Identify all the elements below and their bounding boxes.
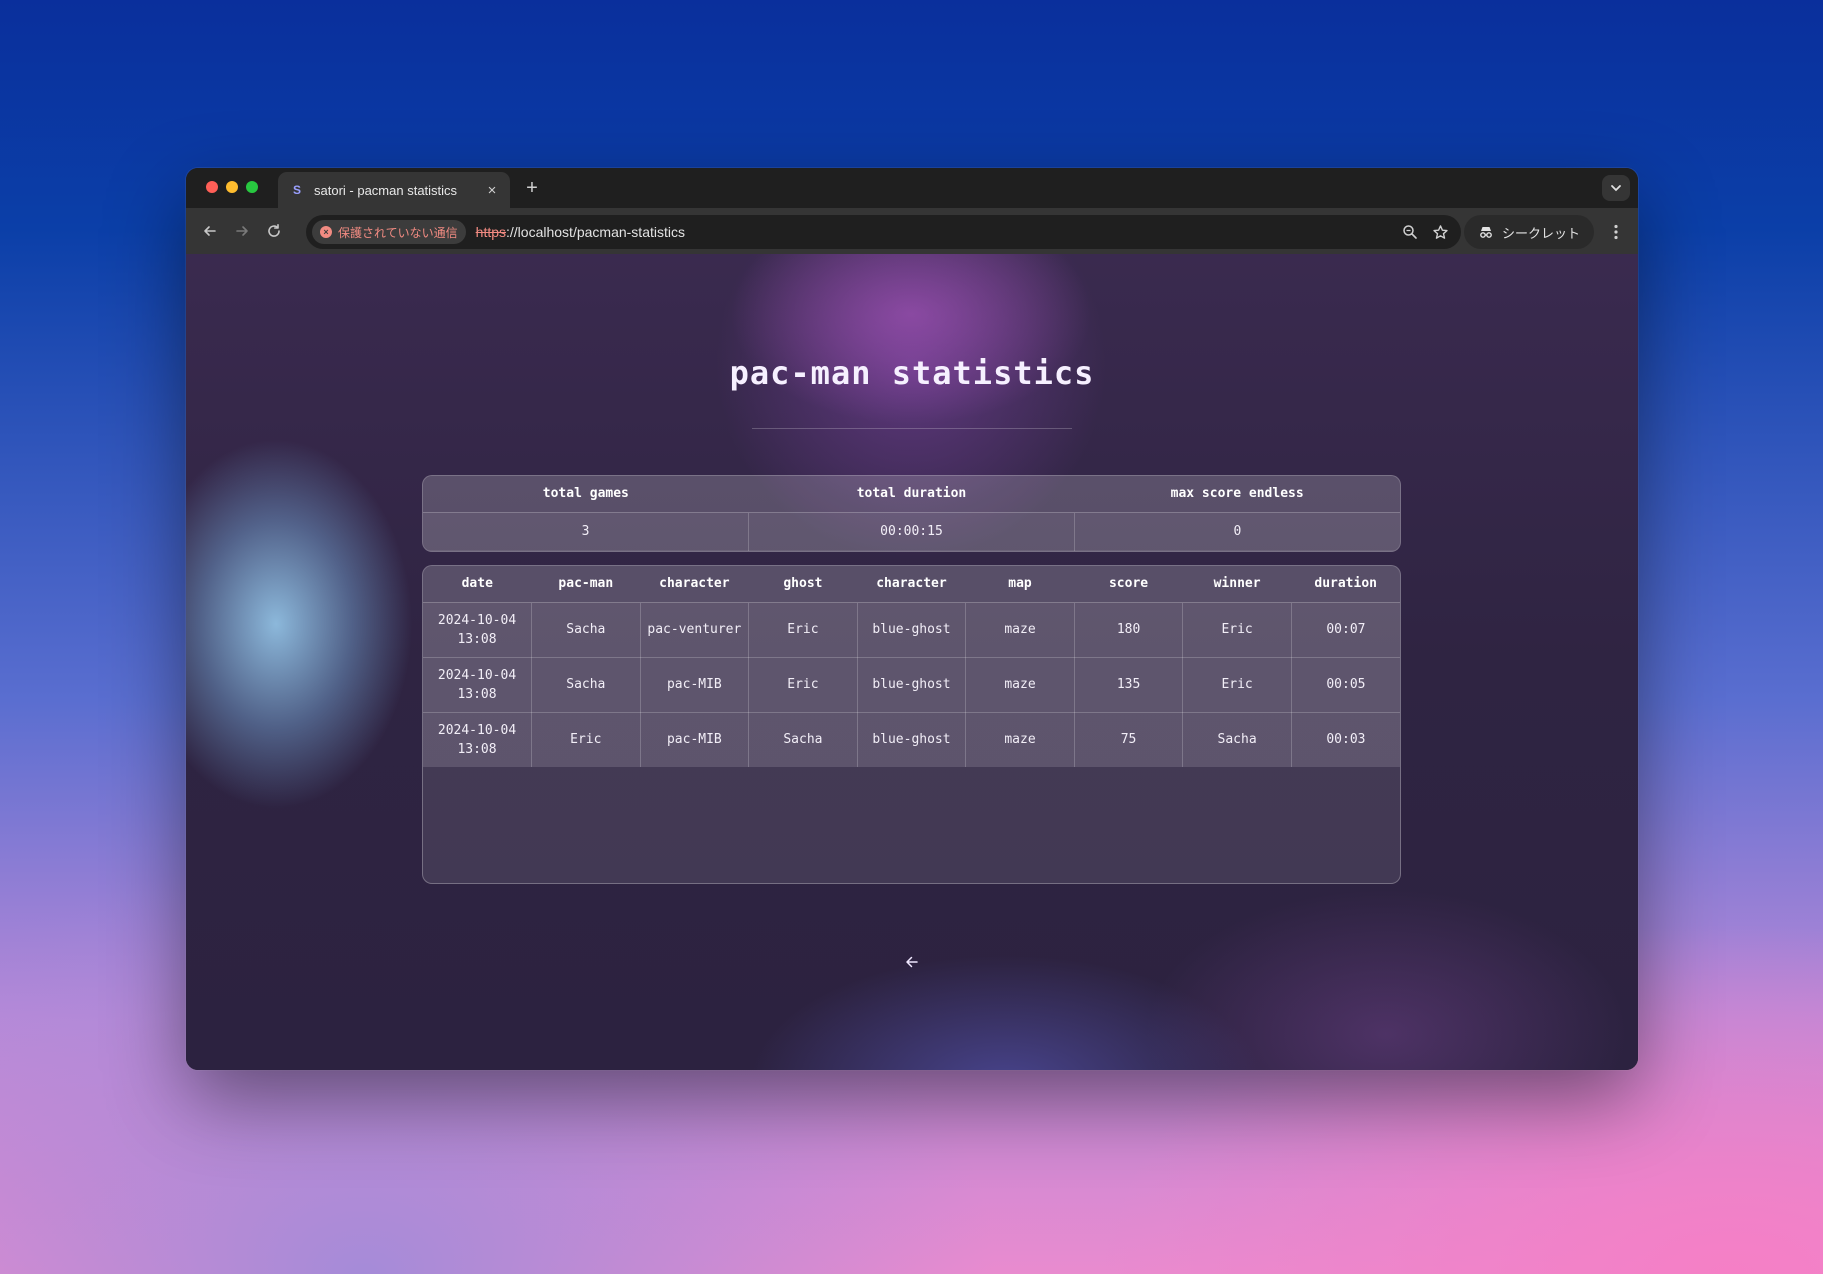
star-icon[interactable] xyxy=(1432,224,1449,241)
cell-map: maze xyxy=(965,712,1075,767)
cell-ghost: Eric xyxy=(748,602,858,658)
reload-button[interactable] xyxy=(258,215,290,247)
kebab-menu-icon xyxy=(1614,224,1618,240)
cell-score: 75 xyxy=(1074,712,1184,767)
cell-pacman-character: pac-venturer xyxy=(640,602,750,658)
cell-duration: 00:03 xyxy=(1291,712,1400,767)
security-label: 保護されていない通信 xyxy=(338,225,458,240)
summary-table: total games total duration max score end… xyxy=(423,476,1400,551)
cell-winner: Sacha xyxy=(1182,712,1292,767)
close-window-button[interactable] xyxy=(206,181,218,193)
cell-date: 2024-10-04 13:08 xyxy=(423,657,533,713)
summary-max-score-endless: 0 xyxy=(1074,512,1400,551)
browser-menu-button[interactable] xyxy=(1604,221,1628,243)
column-header-winner: winner xyxy=(1182,566,1292,603)
cell-ghost-character: blue-ghost xyxy=(857,602,967,658)
games-table-panel: date pac-man character ghost character m… xyxy=(422,565,1401,884)
cell-winner: Eric xyxy=(1182,657,1292,713)
browser-toolbar: × 保護されていない通信 https://localhost/pacman-st… xyxy=(186,208,1638,254)
incognito-indicator[interactable]: シークレット xyxy=(1463,215,1594,249)
tab-strip: S satori - pacman statistics × + xyxy=(186,168,1638,208)
incognito-label: シークレット xyxy=(1501,225,1580,241)
tab-title: satori - pacman statistics xyxy=(314,182,458,198)
tab-active[interactable]: S satori - pacman statistics × xyxy=(278,172,510,208)
games-table: date pac-man character ghost character m… xyxy=(423,566,1400,767)
tab-close-icon[interactable]: × xyxy=(484,182,500,199)
url-path: ://localhost/pacman-statistics xyxy=(506,224,685,240)
summary-header-total-games: total games xyxy=(423,476,749,513)
column-header-pacman-character: character xyxy=(640,566,749,603)
cell-pacman-character: pac-MIB xyxy=(640,657,750,713)
back-button[interactable] xyxy=(194,215,226,247)
cell-ghost: Sacha xyxy=(748,712,858,767)
cell-date: 2024-10-04 13:08 xyxy=(423,602,533,658)
url-text[interactable]: https://localhost/pacman-statistics xyxy=(476,224,1402,240)
favicon-icon: S xyxy=(292,183,301,197)
arrow-left-icon xyxy=(906,956,918,968)
summary-total-games: 3 xyxy=(423,512,750,551)
cell-ghost-character: blue-ghost xyxy=(857,657,967,713)
table-row: 2024-10-04 13:08 Sacha pac-venturer Eric… xyxy=(423,602,1400,658)
summary-header-total-duration: total duration xyxy=(748,476,1075,513)
table-row: 2024-10-04 13:08 Eric pac-MIB Sacha blue… xyxy=(423,712,1400,767)
column-header-map: map xyxy=(965,566,1075,603)
cell-duration: 00:05 xyxy=(1291,657,1400,713)
cell-score: 180 xyxy=(1074,602,1184,658)
summary-table-panel: total games total duration max score end… xyxy=(422,475,1401,552)
column-header-pac-man: pac-man xyxy=(531,566,641,603)
cell-ghost: Eric xyxy=(748,657,858,713)
omnibox-actions xyxy=(1402,224,1449,241)
not-secure-icon: × xyxy=(320,226,332,238)
page-viewport: pac-man statistics total games total dur… xyxy=(186,254,1638,1070)
summary-header-max-score-endless: max score endless xyxy=(1074,476,1400,513)
column-header-duration: duration xyxy=(1291,566,1400,603)
cell-duration: 00:07 xyxy=(1291,602,1400,658)
maximize-window-button[interactable] xyxy=(246,181,258,193)
cell-ghost-character: blue-ghost xyxy=(857,712,967,767)
arrow-right-icon xyxy=(236,226,248,236)
column-header-score: score xyxy=(1074,566,1183,603)
cell-date: 2024-10-04 13:08 xyxy=(423,712,533,767)
column-header-ghost-character: character xyxy=(857,566,966,603)
zoom-icon[interactable] xyxy=(1402,224,1418,240)
column-header-date: date xyxy=(423,566,532,603)
cell-score: 135 xyxy=(1074,657,1184,713)
incognito-icon xyxy=(1480,227,1492,238)
cell-winner: Eric xyxy=(1182,602,1292,658)
security-chip[interactable]: × 保護されていない通信 xyxy=(312,220,466,244)
page-title: pac-man statistics xyxy=(729,354,1095,392)
table-row: 2024-10-04 13:08 Sacha pac-MIB Eric blue… xyxy=(423,657,1400,713)
tab-search-button[interactable] xyxy=(1602,175,1630,201)
window-controls xyxy=(206,181,258,193)
summary-total-duration: 00:00:15 xyxy=(748,512,1075,551)
cell-map: maze xyxy=(965,657,1075,713)
cell-pac-man: Sacha xyxy=(531,602,641,658)
arrow-left-icon xyxy=(204,226,216,236)
page-back-button[interactable] xyxy=(900,950,924,974)
column-header-ghost: ghost xyxy=(748,566,858,603)
chevron-down-icon xyxy=(1611,185,1621,192)
cell-pacman-character: pac-MIB xyxy=(640,712,750,767)
minimize-window-button[interactable] xyxy=(226,181,238,193)
summary-row: 3 00:00:15 0 xyxy=(423,512,1400,551)
cell-map: maze xyxy=(965,602,1075,658)
address-bar[interactable]: × 保護されていない通信 https://localhost/pacman-st… xyxy=(306,215,1461,249)
title-divider xyxy=(752,428,1072,429)
new-tab-button[interactable]: + xyxy=(520,177,544,199)
cell-pac-man: Eric xyxy=(531,712,641,767)
browser-window: S satori - pacman statistics × + × 保護されて… xyxy=(186,168,1638,1070)
cell-pac-man: Sacha xyxy=(531,657,641,713)
url-scheme: https xyxy=(475,224,507,240)
forward-button[interactable] xyxy=(226,215,258,247)
reload-icon xyxy=(268,224,280,237)
